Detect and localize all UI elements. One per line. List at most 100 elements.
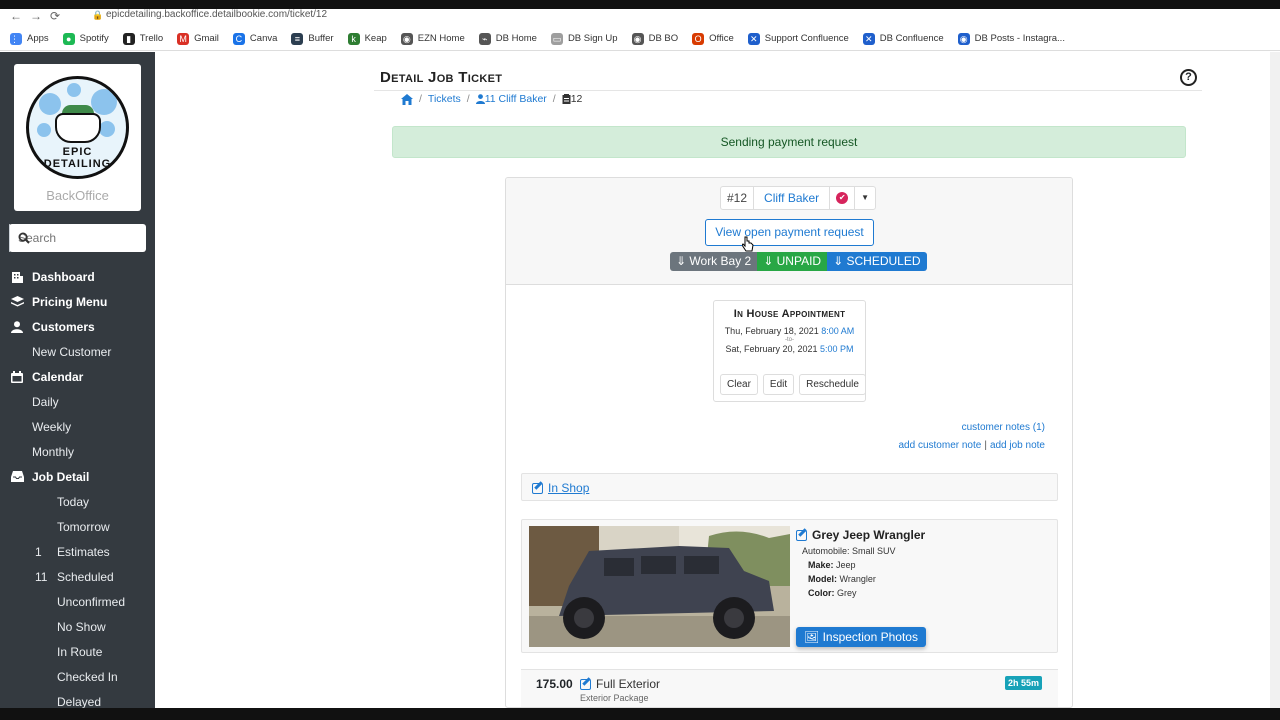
in-shop-link[interactable]: In Shop bbox=[532, 481, 589, 495]
bookmark-office[interactable]: O Office bbox=[692, 32, 734, 45]
status-badges: ⇓ Work Bay 2 ⇓ UNPAID ⇓ SCHEDULED bbox=[670, 252, 927, 271]
bookmark-trello[interactable]: ▮ Trello bbox=[122, 32, 163, 45]
search-input[interactable] bbox=[10, 224, 155, 252]
page-title: Detail Job Ticket bbox=[380, 69, 503, 86]
double-chevron-icon: ⇓ bbox=[763, 254, 774, 268]
url-text[interactable]: epicdetailing.backoffice.detailbookie.co… bbox=[106, 9, 327, 20]
sidebar-item-today[interactable]: Today bbox=[0, 489, 155, 514]
sidebar-item-label: Dashboard bbox=[32, 269, 95, 284]
bookmark-apps[interactable]: ⋮⋮ Apps bbox=[10, 32, 49, 45]
clear-button[interactable]: Clear bbox=[720, 374, 758, 395]
search-button[interactable] bbox=[9, 224, 30, 252]
sidebar-item-label: New Customer bbox=[32, 344, 112, 359]
location-panel: In Shop bbox=[521, 473, 1058, 501]
payment-status-dropdown[interactable]: ⇓ UNPAID bbox=[757, 252, 828, 271]
calendar-icon bbox=[11, 370, 25, 383]
bookmark-db-bo[interactable]: ◉ DB BO bbox=[631, 32, 678, 45]
vehicle-panel: Grey Jeep Wrangler Automobile: Small SUV… bbox=[521, 519, 1058, 653]
help-icon[interactable]: ? bbox=[1180, 69, 1197, 86]
sidebar-item-tomorrow[interactable]: Tomorrow bbox=[0, 514, 155, 539]
window-top-edge bbox=[0, 0, 1280, 9]
confluence-icon: ✕ bbox=[747, 32, 760, 45]
sidebar-item-customers[interactable]: Customers bbox=[0, 314, 155, 339]
sidebar-item-new-customer[interactable]: New Customer bbox=[0, 339, 155, 364]
sidebar-item-delayed[interactable]: Delayed bbox=[0, 689, 155, 709]
edit-icon bbox=[532, 482, 543, 494]
window-bottom-edge bbox=[0, 708, 1280, 720]
search-box bbox=[9, 224, 155, 252]
bookmark-db-home[interactable]: ⌁ DB Home bbox=[478, 32, 537, 45]
duration-badge: 2h 55m bbox=[1004, 676, 1042, 690]
sidebar-item-unconfirmed[interactable]: Unconfirmed bbox=[0, 589, 155, 614]
status-check[interactable]: ✔ bbox=[830, 187, 856, 209]
confluence-icon: ✕ bbox=[862, 32, 875, 45]
edit-button[interactable]: Edit bbox=[762, 374, 795, 395]
bookmark-canva[interactable]: C Canva bbox=[232, 32, 277, 45]
add-customer-note-link[interactable]: add customer note bbox=[899, 440, 982, 451]
vehicle-color: Color: Grey bbox=[808, 588, 857, 598]
sidebar-item-in-route[interactable]: In Route bbox=[0, 639, 155, 664]
sidebar: EPIC DETAILING BackOffice Dashboard Prici… bbox=[0, 52, 155, 708]
bookmark-ezn-home[interactable]: ◉ EZN Home bbox=[400, 32, 465, 45]
building-icon bbox=[11, 271, 25, 283]
sidebar-item-job-detail[interactable]: Job Detail bbox=[0, 464, 155, 489]
vehicle-model: Model: Wrangler bbox=[808, 574, 876, 584]
schedule-status-dropdown[interactable]: ⇓ SCHEDULED bbox=[827, 252, 927, 271]
bookmark-db-confluence[interactable]: ✕ DB Confluence bbox=[862, 32, 944, 45]
vehicle-photo[interactable] bbox=[529, 526, 790, 647]
vehicle-type: Automobile: Small SUV bbox=[802, 546, 896, 556]
buffer-icon: ≡ bbox=[291, 32, 304, 45]
breadcrumb-tickets[interactable]: Tickets bbox=[428, 93, 461, 105]
ticket-customer-link[interactable]: Cliff Baker bbox=[754, 187, 831, 209]
sidebar-item-monthly[interactable]: Monthly bbox=[0, 439, 155, 464]
sidebar-item-weekly[interactable]: Weekly bbox=[0, 414, 155, 439]
service-row: 175.00 Full Exterior Exterior Package 2h… bbox=[521, 669, 1058, 707]
home-icon[interactable] bbox=[401, 93, 413, 105]
ticket-icon bbox=[562, 94, 571, 104]
globe-icon: ◉ bbox=[957, 32, 970, 45]
inspection-photos-button[interactable]: 🖼 Inspection Photos bbox=[796, 627, 926, 647]
customer-notes-link[interactable]: customer notes (1) bbox=[899, 422, 1045, 433]
service-name[interactable]: Full Exterior bbox=[580, 677, 660, 691]
sidebar-item-pricing-menu[interactable]: Pricing Menu bbox=[0, 289, 155, 314]
backoffice-subtitle: BackOffice bbox=[46, 188, 109, 203]
reschedule-button[interactable]: Reschedule bbox=[799, 374, 866, 395]
sidebar-item-calendar[interactable]: Calendar bbox=[0, 364, 155, 389]
user-icon bbox=[11, 320, 25, 333]
sidebar-item-label: Tomorrow bbox=[57, 519, 110, 534]
sidebar-item-label: In Route bbox=[57, 644, 103, 659]
bookmarks-bar: ⋮⋮ Apps ● Spotify ▮ Trello M Gmail C Canva ≡ Buffer… bbox=[0, 27, 1280, 51]
add-job-note-link[interactable]: add job note bbox=[990, 440, 1045, 451]
page-scrollbar[interactable] bbox=[1270, 52, 1280, 708]
sidebar-item-estimates[interactable]: 1 Estimates bbox=[0, 539, 155, 564]
vehicle-name[interactable]: Grey Jeep Wrangler bbox=[796, 528, 925, 542]
sidebar-item-label: Pricing Menu bbox=[32, 294, 108, 309]
bookmark-spotify[interactable]: ● Spotify bbox=[62, 32, 109, 45]
bookmark-db-posts-instagra[interactable]: ◉ DB Posts - Instagra... bbox=[957, 32, 1065, 45]
sidebar-item-daily[interactable]: Daily bbox=[0, 389, 155, 414]
sidebar-item-dashboard[interactable]: Dashboard bbox=[0, 264, 155, 289]
sidebar-item-scheduled[interactable]: 11 Scheduled bbox=[0, 564, 155, 589]
count-badge: 1 bbox=[35, 544, 42, 559]
mouse-cursor-icon bbox=[742, 236, 754, 252]
browser-nav-icons[interactable]: ←→⟳ bbox=[10, 9, 68, 23]
header-divider bbox=[374, 90, 1202, 91]
sidebar-item-checked-in[interactable]: Checked In bbox=[0, 664, 155, 689]
bookmark-gmail[interactable]: M Gmail bbox=[177, 32, 219, 45]
globe-icon: ◉ bbox=[631, 32, 644, 45]
breadcrumb-customer[interactable]: 11 Cliff Baker bbox=[485, 93, 547, 105]
sidebar-item-label: Daily bbox=[32, 394, 59, 409]
sidebar-item-label: Today bbox=[57, 494, 90, 509]
sidebar-item-no-show[interactable]: No Show bbox=[0, 614, 155, 639]
count-badge: 11 bbox=[35, 569, 48, 584]
logo-card[interactable]: EPIC DETAILING BackOffice bbox=[14, 64, 141, 211]
chevron-down-icon[interactable]: ▼ bbox=[855, 187, 875, 209]
page-icon: ▭ bbox=[550, 32, 563, 45]
bookmark-support-confluence[interactable]: ✕ Support Confluence bbox=[747, 32, 849, 45]
work-bay-dropdown[interactable]: ⇓ Work Bay 2 bbox=[670, 252, 758, 271]
bookmark-keap[interactable]: k Keap bbox=[347, 32, 387, 45]
view-payment-request-button[interactable]: View open payment request bbox=[705, 219, 874, 246]
bookmark-buffer[interactable]: ≡ Buffer bbox=[291, 32, 334, 45]
office-icon: O bbox=[692, 32, 705, 45]
bookmark-db-sign-up[interactable]: ▭ DB Sign Up bbox=[550, 32, 618, 45]
